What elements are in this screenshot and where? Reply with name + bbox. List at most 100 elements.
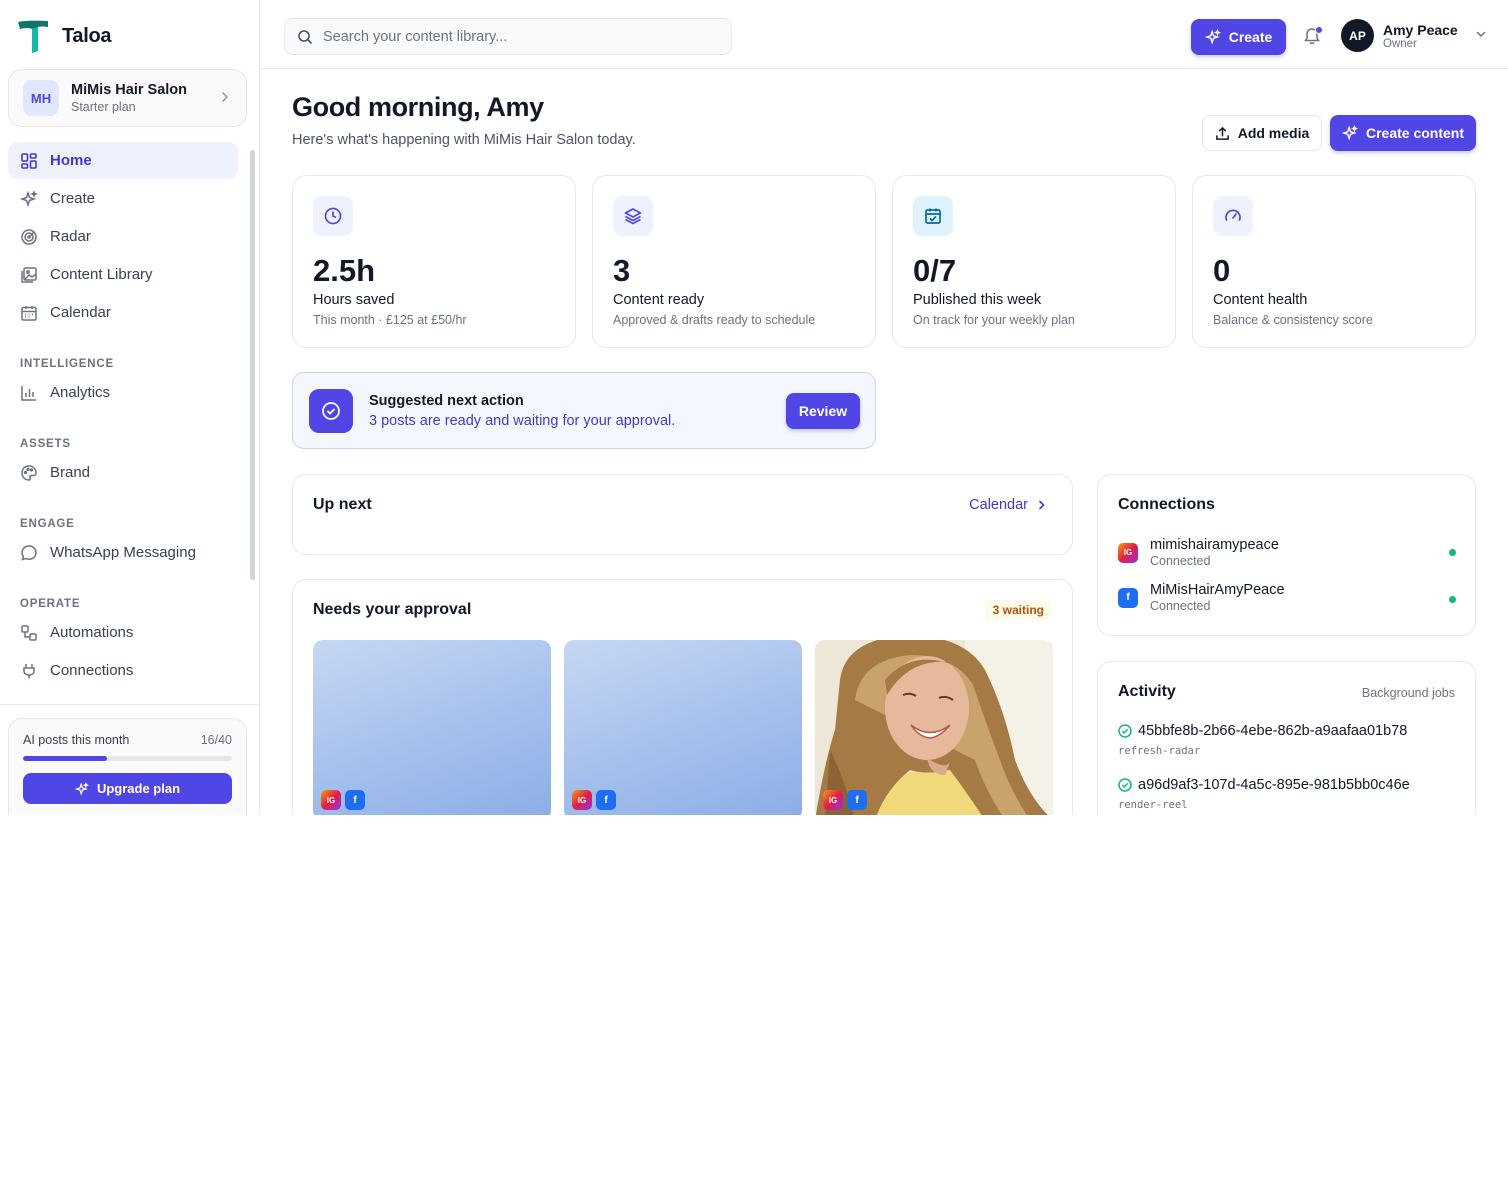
activity-job-id: a96d9af3-107d-4a5c-895e-981b5bb0c46e — [1138, 777, 1410, 793]
notification-dot — [1315, 26, 1323, 34]
section-operate: OPERATE — [20, 598, 81, 610]
stat-card-content-health: 0 Content health Balance & consistency s… — [1192, 175, 1476, 348]
workspace-name: MiMis Hair Salon — [71, 82, 188, 98]
approval-card: Needs your approval 3 waiting IG f IG f — [292, 579, 1073, 815]
connection-status: Connected — [1150, 599, 1211, 613]
check-circle-icon — [1118, 724, 1132, 738]
instagram-icon: IG — [321, 790, 341, 810]
usage-label: AI posts this month — [23, 733, 130, 747]
stat-subtitle: Approved & drafts ready to schedule — [613, 313, 816, 327]
sidebar-item-content-library[interactable]: Content Library — [8, 256, 238, 293]
workspace-plan: Starter plan — [71, 100, 136, 114]
upload-icon — [1215, 126, 1229, 140]
workspace-switcher[interactable]: MH MiMis Hair Salon Starter plan — [8, 69, 247, 127]
palette-icon — [21, 464, 37, 481]
gauge-icon — [1213, 196, 1253, 236]
sidebar-item-calendar[interactable]: Calendar — [8, 294, 238, 331]
connections-card: Connections IG mimishairamypeace Connect… — [1097, 474, 1476, 636]
bar-chart-icon — [21, 385, 36, 401]
post-thumbnail-photo[interactable]: IG f — [815, 640, 1053, 815]
sidebar-item-brand[interactable]: Brand — [8, 454, 238, 491]
calendar-icon — [21, 305, 37, 321]
activity-card: Activity Background jobs 45bbfe8b-2b66-4… — [1097, 661, 1476, 815]
section-assets: ASSETS — [20, 438, 71, 450]
stat-card-hours-saved: 2.5h Hours saved This month · £125 at £5… — [292, 175, 576, 348]
sidebar-item-whatsapp[interactable]: WhatsApp Messaging — [8, 534, 238, 571]
stat-label: Hours saved — [313, 292, 395, 308]
stat-card-content-ready: 3 Content ready Approved & drafts ready … — [592, 175, 876, 348]
clock-icon — [313, 196, 353, 236]
user-menu[interactable]: AP Amy Peace Owner — [1341, 19, 1487, 52]
instagram-icon: IG — [572, 790, 592, 810]
sidebar-item-automations[interactable]: Automations — [8, 614, 238, 651]
upgrade-plan-button[interactable]: Upgrade plan — [23, 773, 232, 804]
calendar-link[interactable]: Calendar — [969, 497, 1048, 513]
avatar: AP — [1341, 19, 1374, 52]
section-intelligence: INTELLIGENCE — [20, 358, 114, 370]
sidebar-item-analytics[interactable]: Analytics — [8, 374, 238, 411]
stat-value: 3 — [613, 253, 631, 288]
suggestion-title: Suggested next action — [369, 393, 524, 409]
sidebar-item-label: Connections — [50, 662, 134, 679]
check-circle-icon — [1118, 778, 1132, 792]
suggested-action-card: Suggested next action 3 posts are ready … — [292, 372, 876, 449]
chevron-right-icon — [218, 90, 232, 107]
sidebar-item-home[interactable]: Home — [8, 142, 238, 179]
facebook-icon: f — [596, 790, 616, 810]
sidebar-item-create[interactable]: Create — [8, 180, 238, 217]
add-media-label: Add media — [1237, 125, 1310, 141]
usage-card: AI posts this month 16/40 Upgrade plan — [8, 718, 247, 815]
sidebar-scrollbar[interactable] — [250, 150, 255, 580]
activity-subtitle: Background jobs — [1361, 686, 1455, 700]
activity-title: Activity — [1118, 683, 1176, 700]
stat-subtitle: This month · £125 at £50/hr — [313, 313, 467, 327]
sidebar-divider — [0, 704, 260, 705]
dashboard-icon — [21, 152, 37, 169]
sidebar-item-label: Home — [50, 152, 92, 169]
review-button[interactable]: Review — [786, 393, 860, 429]
connection-item[interactable]: f MiMisHairAmyPeace Connected — [1118, 582, 1456, 613]
post-thumbnail[interactable]: IG f — [564, 640, 802, 815]
taloa-logo-icon — [18, 20, 48, 54]
stat-subtitle: Balance & consistency score — [1213, 313, 1373, 327]
search-box[interactable] — [284, 18, 732, 55]
woman-portrait-photo — [815, 640, 1053, 815]
up-next-card: Up next Calendar — [292, 474, 1073, 555]
search-input[interactable] — [323, 28, 703, 45]
connection-name: MiMisHairAmyPeace — [1150, 582, 1285, 598]
create-content-button[interactable]: Create content — [1330, 115, 1476, 151]
sidebar-item-label: Analytics — [50, 384, 111, 401]
brand-logo[interactable]: Taloa — [16, 18, 112, 54]
sparkles-icon — [1341, 125, 1358, 141]
user-name: Amy Peace — [1383, 21, 1458, 38]
section-engage: ENGAGE — [20, 518, 75, 530]
sidebar-item-label: Content Library — [50, 266, 153, 283]
connections-title: Connections — [1118, 496, 1215, 513]
sidebar-item-radar[interactable]: Radar — [8, 218, 238, 255]
facebook-icon: f — [1118, 587, 1138, 608]
create-button[interactable]: Create — [1191, 19, 1286, 55]
stat-value: 0 — [1213, 253, 1231, 288]
plug-icon — [23, 663, 35, 678]
stat-label: Content health — [1213, 292, 1308, 308]
calendar-link-label: Calendar — [969, 497, 1028, 513]
app-frame: Taloa MH MiMis Hair Salon Starter plan H… — [0, 0, 1508, 815]
stat-label: Published this week — [913, 292, 1042, 308]
sidebar-item-connections[interactable]: Connections — [8, 652, 238, 689]
connection-item[interactable]: IG mimishairamypeace Connected — [1118, 537, 1456, 568]
post-thumbnail[interactable]: IG f — [313, 640, 551, 815]
radar-icon — [21, 228, 37, 245]
chevron-right-icon — [1039, 500, 1045, 510]
sidebar-item-label: Automations — [50, 624, 134, 641]
user-role: Owner — [1383, 37, 1417, 50]
sidebar-nav: Home Create Radar Content Library Calend… — [8, 142, 238, 690]
activity-item[interactable]: 45bbfe8b-2b66-4ebe-862b-a9aafaa01b78 ref… — [1118, 723, 1407, 757]
workflow-icon — [21, 624, 37, 641]
message-circle-icon — [21, 544, 37, 561]
add-media-button[interactable]: Add media — [1202, 115, 1322, 151]
calendar-check-icon — [913, 196, 953, 236]
sparkles-icon — [74, 781, 89, 796]
activity-item[interactable]: a96d9af3-107d-4a5c-895e-981b5bb0c46e ren… — [1118, 777, 1410, 811]
sparkles-icon — [1204, 29, 1221, 45]
activity-job-id: 45bbfe8b-2b66-4ebe-862b-a9aafaa01b78 — [1138, 723, 1408, 739]
